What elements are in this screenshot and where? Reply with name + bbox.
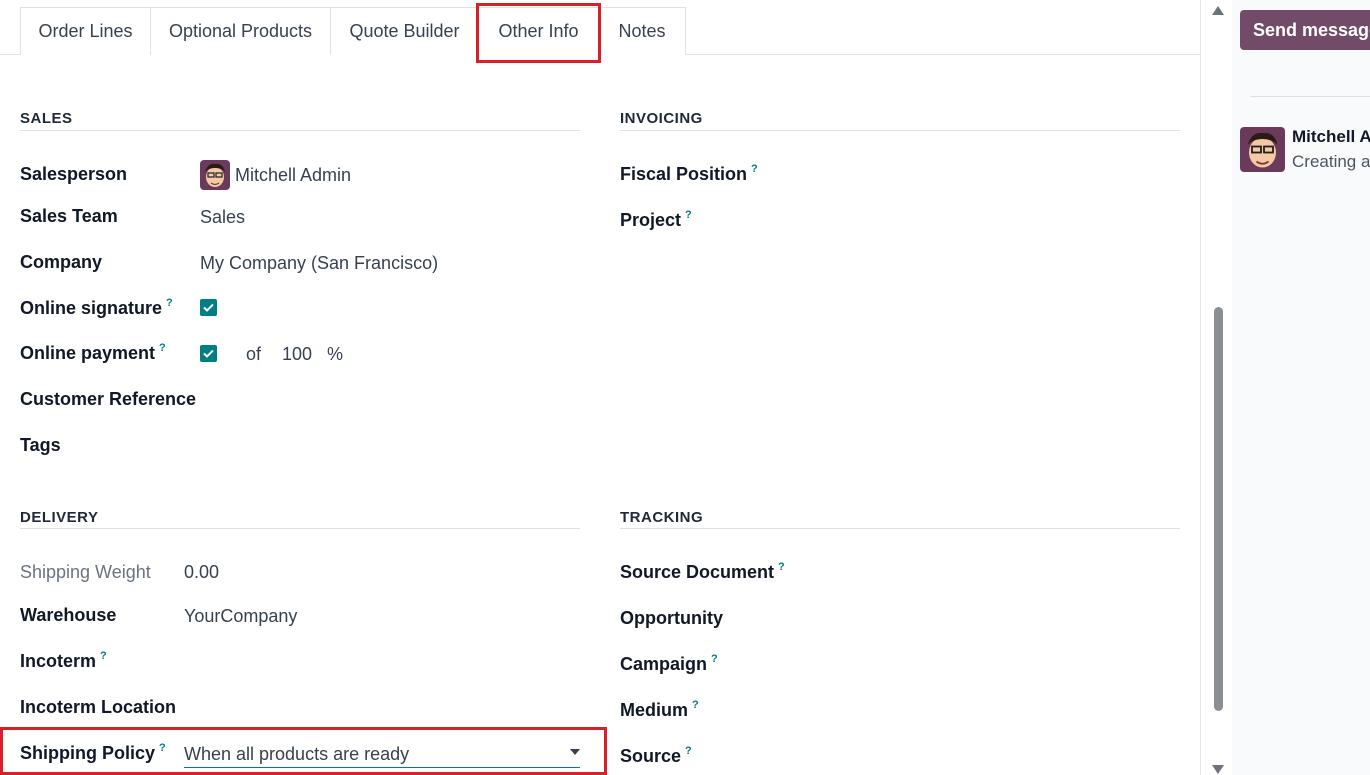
delivery-section-title: DELIVERY [20,509,99,526]
sales-team-value[interactable]: Sales [200,207,245,228]
online-signature-label: Online signature? [20,297,173,318]
online-payment-label: Online payment? [20,342,166,363]
source-document-label: Source Document? [620,561,785,582]
tab-quote-builder[interactable]: Quote Builder [330,7,479,55]
fiscal-position-label: Fiscal Position? [620,163,758,184]
tracking-section-title: TRACKING [620,509,704,526]
notebook-tabs: Order Lines Optional Products Quote Buil… [0,0,1200,56]
sales-team-label: Sales Team [20,206,118,226]
sales-divider [20,130,580,131]
medium-label: Medium? [620,699,699,720]
payment-percent-input[interactable]: 100 [282,344,312,365]
payment-of-text: of [246,344,262,364]
help-icon[interactable]: ? [159,742,166,754]
warehouse-label: Warehouse [20,605,117,625]
avatar [1240,127,1285,172]
help-icon[interactable]: ? [685,745,692,757]
help-icon[interactable]: ? [778,561,785,573]
source-label: Source? [620,745,692,766]
invoicing-section-title: INVOICING [620,110,703,127]
salesperson-label: Salesperson [20,164,128,184]
chatter-panel: Send message Mitchell A Creating a [1232,0,1370,775]
shipping-policy-select[interactable]: When all products are ready [184,738,580,768]
help-icon[interactable]: ? [751,163,758,175]
avatar [200,160,230,190]
shipping-policy-value: When all products are ready [184,744,410,764]
tab-optional-products[interactable]: Optional Products [150,7,331,55]
check-icon [203,303,214,312]
shipping-weight-value: 0.00 [184,562,220,582]
incoterm-location-label: Incoterm Location [20,697,177,717]
campaign-label: Campaign? [620,653,718,674]
shipping-policy-label: Shipping Policy? [20,742,166,763]
chatter-message-author[interactable]: Mitchell A [1292,127,1370,147]
help-icon[interactable]: ? [685,209,692,221]
help-icon[interactable]: ? [159,342,166,354]
percent-sign: % [327,344,344,364]
online-signature-checkbox[interactable] [200,299,217,316]
warehouse-value[interactable]: YourCompany [184,606,297,627]
tracking-divider [620,528,1180,529]
caret-down-icon [570,749,580,755]
help-icon[interactable]: ? [166,297,173,309]
opportunity-label: Opportunity [620,608,723,628]
company-label: Company [20,252,103,272]
form-scrollbar[interactable] [1200,0,1232,775]
salesperson-value[interactable]: Mitchell Admin [235,165,351,186]
delivery-divider [20,528,580,529]
scroll-down-arrow-icon[interactable] [1212,765,1224,774]
project-label: Project? [620,209,692,230]
help-icon[interactable]: ? [711,653,718,665]
send-message-button[interactable]: Send message [1240,10,1370,50]
chatter-message-body: Creating a [1292,152,1370,171]
help-icon[interactable]: ? [100,650,107,662]
tab-other-info[interactable]: Other Info [478,7,599,56]
tab-order-lines[interactable]: Order Lines [20,7,151,55]
scroll-up-arrow-icon[interactable] [1212,6,1224,15]
help-icon[interactable]: ? [692,699,699,711]
company-value[interactable]: My Company (San Francisco) [200,253,438,274]
sales-section-title: SALES [20,110,73,127]
tab-notes[interactable]: Notes [598,7,686,55]
incoterm-label: Incoterm? [20,650,107,671]
shipping-weight-label: Shipping Weight [20,562,151,582]
scroll-thumb[interactable] [1214,307,1223,711]
customer-reference-label: Customer Reference [20,389,197,409]
invoicing-divider [620,130,1180,131]
online-payment-checkbox[interactable] [200,345,217,362]
check-icon [203,349,214,358]
chatter-divider [1250,96,1370,97]
tags-label: Tags [20,435,61,455]
